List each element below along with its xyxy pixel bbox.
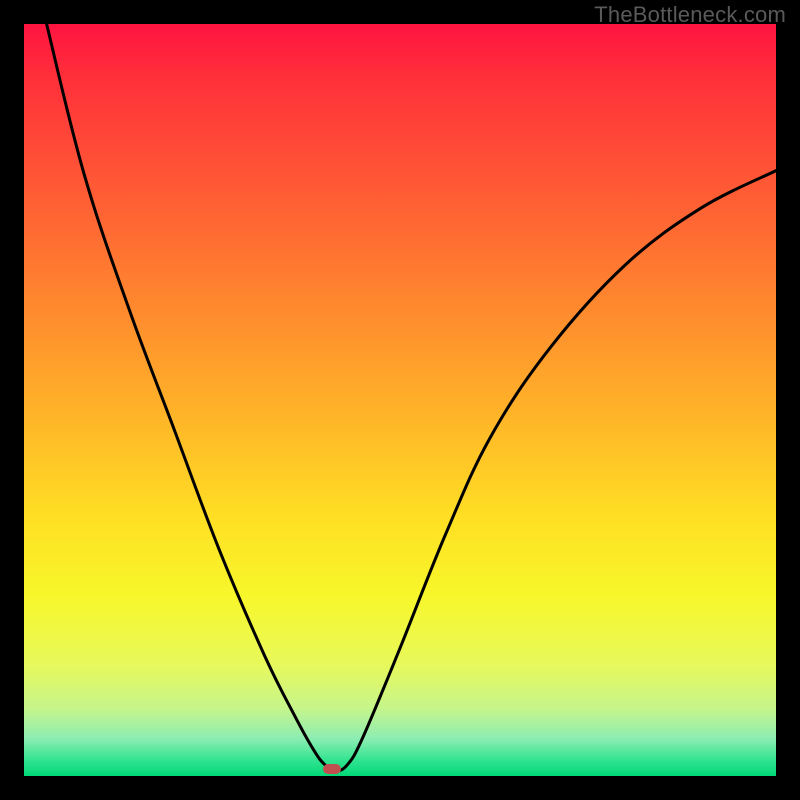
- chart-frame: TheBottleneck.com: [0, 0, 800, 800]
- curve-svg: [24, 24, 776, 776]
- minimum-marker: [323, 764, 341, 774]
- plot-area: [24, 24, 776, 776]
- bottleneck-curve: [47, 24, 776, 771]
